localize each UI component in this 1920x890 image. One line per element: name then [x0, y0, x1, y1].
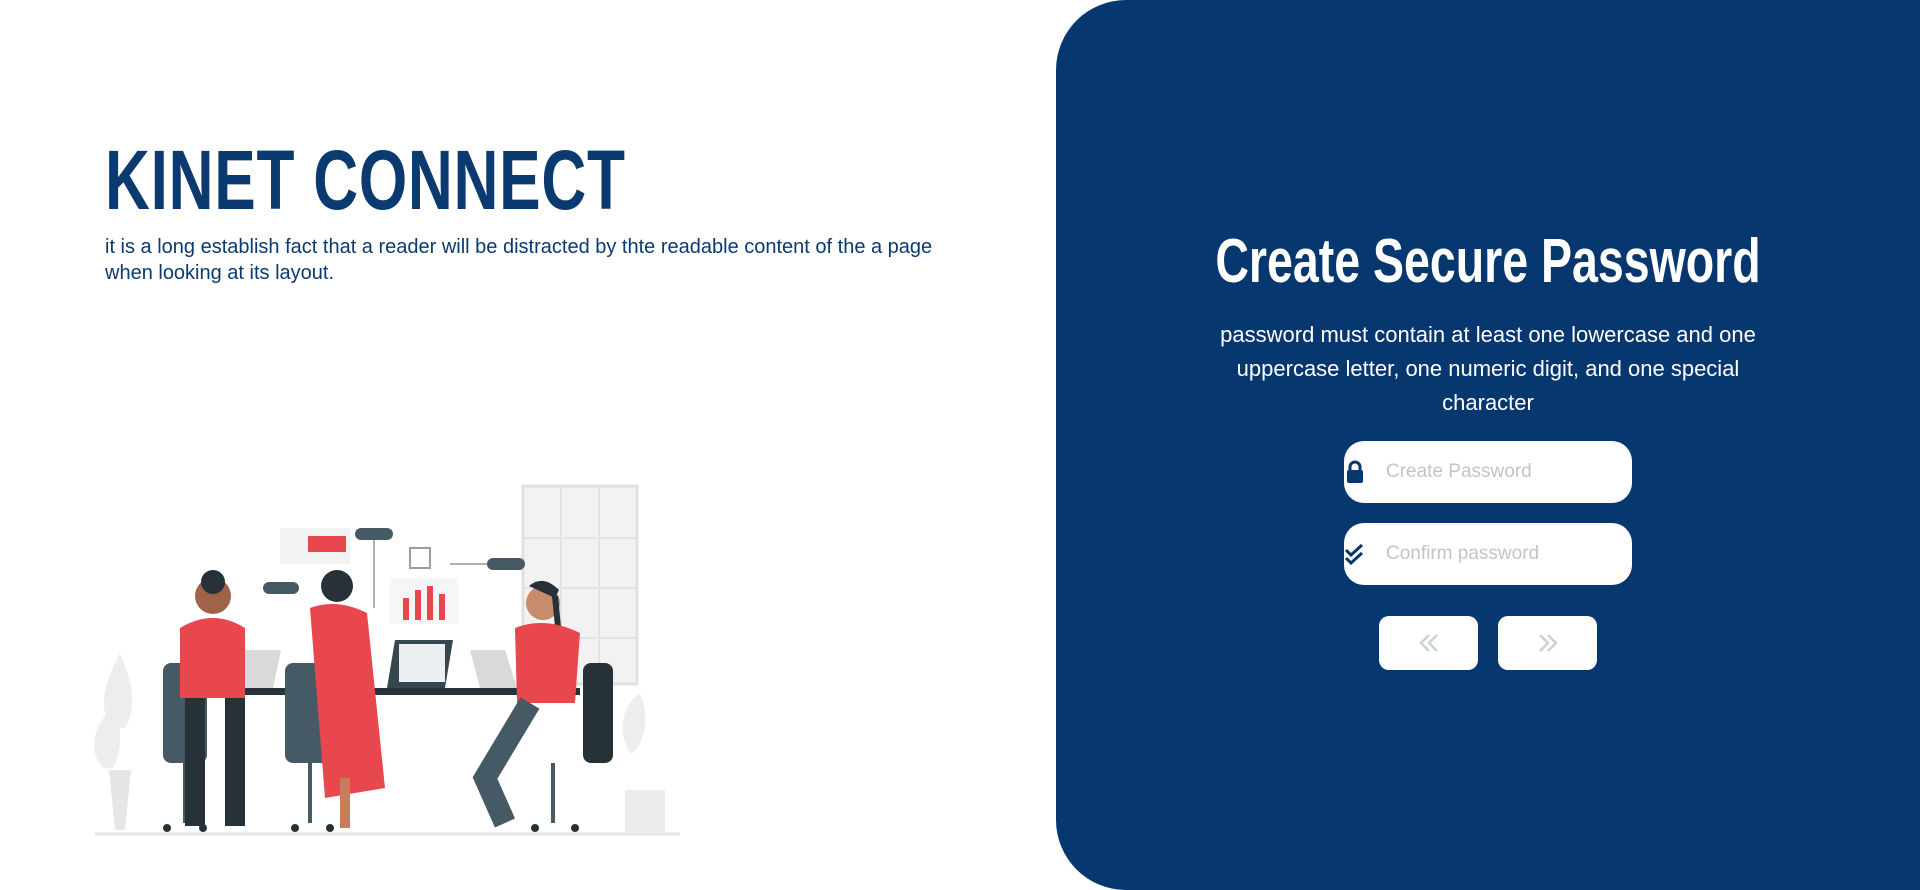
create-password-field[interactable]	[1344, 441, 1633, 503]
confirm-password-input[interactable]	[1384, 542, 1633, 566]
create-password-input[interactable]	[1384, 460, 1633, 484]
next-button[interactable]	[1498, 616, 1597, 670]
password-panel: Create Secure Password password must con…	[1056, 0, 1920, 890]
intro-text: it is a long establish fact that a reade…	[105, 236, 933, 284]
confirm-password-field[interactable]	[1344, 523, 1633, 585]
double-chevron-left-icon	[1418, 634, 1438, 652]
team-illustration	[94, 484, 680, 836]
double-check-icon	[1344, 523, 1366, 585]
left-section: KINET CONNECT it is a long establish fac…	[0, 0, 1056, 890]
form-title: Create Secure Password	[1215, 227, 1761, 296]
previous-button[interactable]	[1379, 616, 1478, 670]
form-subtitle: password must contain at least one lower…	[1220, 322, 1756, 415]
brand-title: KINET CONNECT	[105, 133, 626, 227]
double-chevron-right-icon	[1538, 634, 1558, 652]
lock-icon	[1344, 441, 1366, 503]
